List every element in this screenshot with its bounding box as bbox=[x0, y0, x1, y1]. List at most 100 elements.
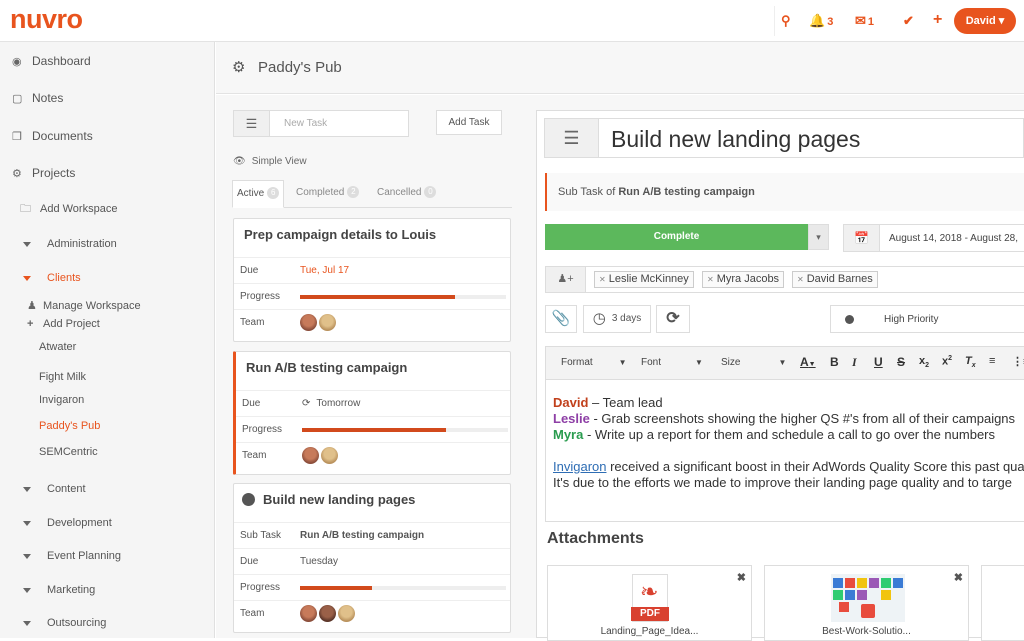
add-task-button[interactable]: Add Task bbox=[436, 110, 502, 135]
attach-button[interactable]: 📎 bbox=[545, 305, 577, 333]
task-team-row: Team bbox=[234, 600, 510, 626]
notes-icon: ▢ bbox=[12, 93, 23, 105]
attachment-card[interactable]: ✖ ❧ PDF Landing_Page_Idea... bbox=[547, 565, 752, 641]
page-title: Paddy's Pub bbox=[258, 59, 342, 76]
editor-line: Myra - Write up a report for them and sc… bbox=[553, 427, 1024, 443]
sidebar-client-fight-milk[interactable]: Fight Milk bbox=[39, 371, 86, 383]
add-user-icon[interactable]: ♟+ bbox=[546, 267, 586, 292]
avatar[interactable] bbox=[300, 314, 317, 331]
subtask-value[interactable]: Run A/B testing campaign bbox=[300, 530, 424, 541]
editor-body[interactable]: David – Team lead Leslie - Grab screensh… bbox=[553, 395, 1024, 491]
notifications-button[interactable]: 🔔 3 bbox=[809, 13, 833, 29]
format-dropdown[interactable]: Format ▼ bbox=[561, 357, 627, 368]
nuvro-logo[interactable]: nuvro bbox=[10, 4, 83, 35]
new-task-input[interactable]: New Task bbox=[284, 118, 327, 129]
remove-attachment-icon[interactable]: ✖ bbox=[954, 571, 963, 584]
image-thumbnail bbox=[831, 574, 905, 622]
avatar[interactable] bbox=[319, 314, 336, 331]
mention-leslie: Leslie bbox=[553, 411, 590, 426]
font-color-icon[interactable]: A▼ bbox=[800, 355, 816, 369]
task-tabs: Active 6 Completed 2 Cancelled 0 bbox=[232, 180, 512, 208]
remove-icon[interactable]: ✕ bbox=[707, 275, 714, 284]
sidebar-client-atwater[interactable]: Atwater bbox=[39, 341, 76, 353]
clear-format-icon[interactable]: Tx bbox=[965, 355, 976, 369]
sidebar-item-administration[interactable]: Administration bbox=[23, 238, 117, 250]
projects-gear-icon: ⚙ bbox=[12, 168, 22, 180]
sidebar-item-event-planning[interactable]: Event Planning bbox=[23, 550, 121, 562]
task-card[interactable]: Build new landing pages Sub Task Run A/B… bbox=[233, 483, 511, 633]
avatar[interactable] bbox=[338, 605, 355, 622]
sidebar-client-semcentric[interactable]: SEMCentric bbox=[39, 446, 98, 458]
tab-completed[interactable]: Completed 2 bbox=[292, 180, 363, 208]
assignee-tag[interactable]: ✕ David Barnes bbox=[792, 271, 878, 288]
attachment-card[interactable]: ✖ Best-Work-Solutio... bbox=[764, 565, 969, 641]
size-label: Size bbox=[721, 357, 741, 368]
subtask-parent-link[interactable]: Run A/B testing campaign bbox=[618, 186, 755, 198]
tab-count: 2 bbox=[347, 186, 360, 199]
rich-text-editor[interactable]: Format ▼ Font ▼ Size ▼ A▼ B I U S x2 x2 Tx … bbox=[545, 346, 1024, 522]
duration-button[interactable]: ◷ 3 days bbox=[583, 305, 651, 333]
attachment-card[interactable] bbox=[981, 565, 1024, 641]
tab-active[interactable]: Active 6 bbox=[232, 180, 285, 208]
tab-count: 0 bbox=[424, 186, 437, 199]
avatar[interactable] bbox=[319, 605, 336, 622]
sidebar-item-documents[interactable]: ❐ Documents bbox=[12, 129, 93, 143]
complete-button[interactable]: Complete bbox=[545, 224, 808, 250]
tab-label: Cancelled bbox=[377, 187, 422, 198]
assignee-tag[interactable]: ✕ Leslie McKinney bbox=[594, 271, 694, 288]
size-dropdown[interactable]: Size ▼ bbox=[721, 357, 786, 368]
sidebar-label: Notes bbox=[32, 91, 64, 105]
check-icon[interactable]: ✔ bbox=[903, 13, 914, 29]
sidebar-item-marketing[interactable]: Marketing bbox=[23, 584, 95, 596]
assignees-field[interactable]: ♟+ ✕ Leslie McKinney ✕ Myra Jacobs ✕ David … bbox=[545, 266, 1024, 293]
sidebar-item-manage-workspace[interactable]: ♟ Manage Workspace bbox=[27, 299, 141, 312]
sidebar-item-add-workspace[interactable]: 🗀 Add Workspace bbox=[20, 200, 117, 219]
sidebar-item-projects[interactable]: ⚙ Projects bbox=[12, 166, 75, 180]
remove-icon[interactable]: ✕ bbox=[599, 275, 606, 284]
sidebar-client-invigaron[interactable]: Invigaron bbox=[39, 394, 84, 406]
sidebar-client-paddys-pub[interactable]: Paddy's Pub bbox=[39, 420, 100, 432]
task-card-selected[interactable]: Run A/B testing campaign Due ⟳ Tomorrow P… bbox=[233, 351, 511, 475]
strikethrough-icon[interactable]: S bbox=[897, 355, 905, 369]
tab-count: 6 bbox=[267, 187, 280, 200]
tab-label: Completed bbox=[296, 187, 345, 198]
underline-icon[interactable]: U bbox=[874, 355, 883, 369]
avatar[interactable] bbox=[300, 605, 317, 622]
subscript-icon[interactable]: x2 bbox=[919, 355, 929, 369]
bullet-list-icon[interactable]: ⋮≡ bbox=[1012, 355, 1024, 368]
font-dropdown[interactable]: Font ▼ bbox=[641, 357, 703, 368]
complete-dropdown-button[interactable]: ▾ bbox=[808, 224, 829, 250]
avatar[interactable] bbox=[321, 447, 338, 464]
invigaron-link[interactable]: Invigaron bbox=[553, 459, 606, 474]
sidebar-item-add-project[interactable]: + Add Project bbox=[27, 318, 100, 330]
remove-attachment-icon[interactable]: ✖ bbox=[737, 571, 746, 584]
sidebar-label: Marketing bbox=[47, 584, 96, 596]
priority-select[interactable]: High Priority bbox=[830, 305, 1024, 333]
tab-cancelled[interactable]: Cancelled 0 bbox=[373, 180, 440, 208]
superscript-icon[interactable]: x2 bbox=[942, 355, 952, 368]
assignee-tag[interactable]: ✕ Myra Jacobs bbox=[702, 271, 785, 288]
italic-icon[interactable]: I bbox=[852, 355, 857, 370]
sidebar-item-clients[interactable]: Clients bbox=[23, 272, 81, 284]
sidebar-item-content[interactable]: Content bbox=[23, 483, 86, 495]
task-title: Run A/B testing campaign bbox=[246, 360, 408, 375]
avatar[interactable] bbox=[302, 447, 319, 464]
sidebar-item-dashboard[interactable]: ◉ Dashboard bbox=[12, 54, 91, 68]
detail-title[interactable]: Build new landing pages bbox=[611, 126, 860, 153]
date-range-field[interactable]: 📅 August 14, 2018 - August 28, bbox=[843, 224, 1024, 252]
repeat-button[interactable]: ⟳ bbox=[656, 305, 690, 333]
task-card[interactable]: Prep campaign details to Louis Due Tue, … bbox=[233, 218, 511, 342]
user-menu-button[interactable]: David ▾ bbox=[954, 8, 1016, 34]
simple-view-toggle[interactable]: 👁 Simple View bbox=[233, 156, 307, 167]
sidebar-item-development[interactable]: Development bbox=[23, 517, 112, 529]
plus-icon[interactable]: + bbox=[933, 11, 942, 29]
sidebar-item-outsourcing[interactable]: Outsourcing bbox=[23, 617, 106, 629]
sidebar-item-notes[interactable]: ▢ Notes bbox=[12, 91, 63, 105]
bold-icon[interactable]: B bbox=[830, 355, 839, 369]
search-icon[interactable]: ⚲ bbox=[781, 13, 791, 29]
messages-button[interactable]: ✉ 1 bbox=[855, 13, 874, 29]
task-progress-row: Progress bbox=[234, 574, 510, 600]
remove-icon[interactable]: ✕ bbox=[797, 275, 804, 284]
ordered-list-icon[interactable]: ≡ bbox=[989, 355, 995, 367]
gear-icon[interactable]: ⚙ bbox=[232, 58, 245, 76]
